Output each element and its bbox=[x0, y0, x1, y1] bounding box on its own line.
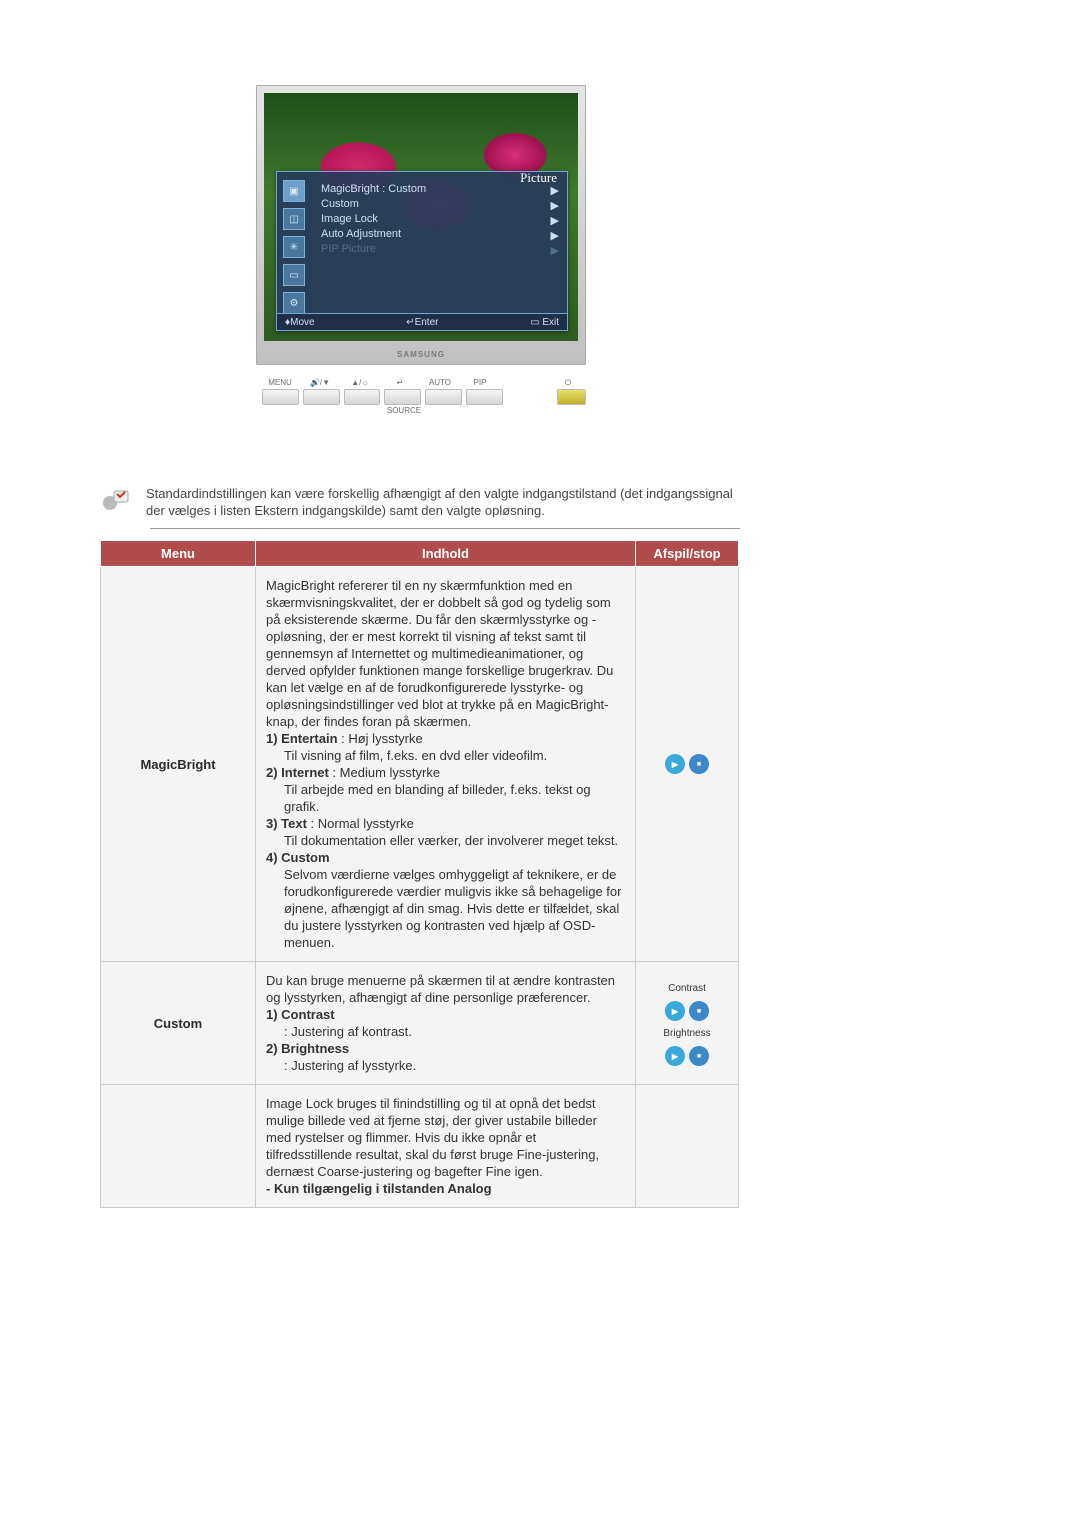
row-custom-content: Du kan bruge menuerne på skærmen til at … bbox=[256, 962, 636, 1085]
imagelock-note: - Kun tilgængelig i tilstanden Analog bbox=[266, 1181, 492, 1196]
osd-icon-setup: ⚙ bbox=[283, 292, 305, 314]
osd-arrow-icon: ▶ bbox=[551, 184, 559, 197]
button-volume-icon: 🔊/▼ bbox=[302, 378, 338, 387]
osd-footer-enter: ↵Enter bbox=[406, 317, 438, 328]
monitor-bezel: Picture ▣ ◫ ✳ ▭ ⚙ MagicBright : Custom C… bbox=[256, 85, 586, 365]
play-stop-pair bbox=[646, 754, 728, 774]
osd-footer-exit: ▭ Exit bbox=[530, 317, 559, 328]
osd-category-icons: ▣ ◫ ✳ ▭ ⚙ bbox=[283, 180, 307, 314]
table-row: Image Lock bruges til finindstilling og … bbox=[101, 1085, 739, 1208]
button-auto-label: AUTO bbox=[422, 378, 458, 387]
osd-arrow-icon: ▶ bbox=[551, 229, 559, 242]
osd-icon-brightness: ✳ bbox=[283, 236, 305, 258]
caption-contrast: Contrast bbox=[668, 980, 706, 997]
opt-internet-title: 2) Internet bbox=[266, 765, 329, 780]
play-icon[interactable] bbox=[665, 754, 685, 774]
physical-button-pip[interactable] bbox=[466, 389, 503, 405]
osd-footer-move: ♦Move bbox=[285, 317, 315, 328]
play-icon[interactable] bbox=[665, 1001, 685, 1021]
osd-panel: Picture ▣ ◫ ✳ ▭ ⚙ MagicBright : Custom C… bbox=[276, 171, 568, 331]
play-stop-pair bbox=[665, 1001, 709, 1021]
feature-table: Menu Indhold Afspil/stop MagicBright Mag… bbox=[100, 540, 739, 1208]
button-source-label: SOURCE bbox=[386, 406, 422, 415]
table-row: MagicBright MagicBright refererer til en… bbox=[101, 567, 739, 962]
physical-button-menu[interactable] bbox=[262, 389, 299, 405]
row-magicbright-name: MagicBright bbox=[101, 567, 256, 962]
physical-button-down[interactable] bbox=[303, 389, 340, 405]
osd-item-autoadj: Auto Adjustment bbox=[321, 227, 537, 242]
row-magicbright-content: MagicBright refererer til en ny skærmfun… bbox=[256, 567, 636, 962]
monitor-screen: Picture ▣ ◫ ✳ ▭ ⚙ MagicBright : Custom C… bbox=[264, 93, 578, 341]
magicbright-intro: MagicBright refererer til en ny skærmfun… bbox=[266, 578, 613, 729]
row-custom-play: Contrast Brightness bbox=[636, 962, 739, 1085]
divider bbox=[150, 528, 740, 529]
button-power-icon: ⏻ bbox=[554, 378, 582, 388]
custom-contrast-title: 1) Contrast bbox=[266, 1007, 335, 1022]
osd-menu-list: MagicBright : Custom Custom Image Lock A… bbox=[321, 182, 537, 257]
monitor-illustration: Picture ▣ ◫ ✳ ▭ ⚙ MagicBright : Custom C… bbox=[256, 85, 586, 420]
header-content: Indhold bbox=[256, 541, 636, 567]
custom-brightness-title: 2) Brightness bbox=[266, 1041, 349, 1056]
osd-icon-picture: ◫ bbox=[283, 208, 305, 230]
stop-icon[interactable] bbox=[689, 1001, 709, 1021]
osd-arrow-icon: ▶ bbox=[551, 214, 559, 227]
custom-intro: Du kan bruge menuerne på skærmen til at … bbox=[266, 973, 615, 1005]
row-imagelock-content: Image Lock bruges til finindstilling og … bbox=[256, 1085, 636, 1208]
osd-item-magicbright: MagicBright : Custom bbox=[321, 182, 537, 197]
button-bright-icon: ▲/☼ bbox=[342, 378, 378, 387]
opt-custom-body: Selvom værdierne vælges omhyggeligt af t… bbox=[266, 866, 625, 951]
osd-footer: ♦Move ↵Enter ▭ Exit bbox=[277, 313, 567, 330]
header-menu: Menu bbox=[101, 541, 256, 567]
physical-button-power[interactable] bbox=[557, 389, 586, 405]
row-imagelock-name bbox=[101, 1085, 256, 1208]
opt-entertain-title: 1) Entertain bbox=[266, 731, 338, 746]
stop-icon[interactable] bbox=[689, 754, 709, 774]
osd-arrow-icon: ▶ bbox=[551, 199, 559, 212]
note-icon bbox=[100, 485, 132, 517]
osd-item-pippicture: PIP Picture bbox=[321, 242, 537, 257]
custom-brightness-body: : Justering af lysstyrke. bbox=[266, 1057, 625, 1074]
stop-icon[interactable] bbox=[689, 1046, 709, 1066]
opt-custom-title: 4) Custom bbox=[266, 850, 330, 865]
osd-icon-input: ▣ bbox=[283, 180, 305, 202]
osd-icon-pip: ▭ bbox=[283, 264, 305, 286]
osd-arrow-icon: ▶ bbox=[551, 244, 559, 257]
opt-text-head: : Normal lysstyrke bbox=[307, 816, 414, 831]
opt-internet-body: Til arbejde med en blanding af billeder,… bbox=[266, 781, 625, 815]
custom-contrast-body: : Justering af kontrast. bbox=[266, 1023, 625, 1040]
row-magicbright-play bbox=[636, 567, 739, 962]
imagelock-intro: Image Lock bruges til finindstilling og … bbox=[266, 1096, 599, 1179]
physical-button-auto[interactable] bbox=[425, 389, 462, 405]
info-note: Standardindstillingen kan være forskelli… bbox=[100, 485, 740, 519]
osd-item-imagelock: Image Lock bbox=[321, 212, 537, 227]
info-note-text: Standardindstillingen kan være forskelli… bbox=[146, 485, 740, 519]
button-enter-icon: ↵ bbox=[382, 378, 418, 387]
monitor-brand-label: SAMSUNG bbox=[256, 350, 586, 359]
play-icon[interactable] bbox=[665, 1046, 685, 1066]
play-stop-pair bbox=[665, 1046, 709, 1066]
opt-entertain-head: : Høj lysstyrke bbox=[338, 731, 423, 746]
monitor-button-bar: MENU 🔊/▼ ▲/☼ ↵ AUTO PIP ⏻ bbox=[256, 378, 586, 420]
opt-entertain-body: Til visning af film, f.eks. en dvd eller… bbox=[266, 747, 625, 764]
osd-item-custom: Custom bbox=[321, 197, 537, 212]
page-root: Picture ▣ ◫ ✳ ▭ ⚙ MagicBright : Custom C… bbox=[0, 0, 1080, 1528]
table-row: Custom Du kan bruge menuerne på skærmen … bbox=[101, 962, 739, 1085]
opt-text-title: 3) Text bbox=[266, 816, 307, 831]
button-menu-label: MENU bbox=[262, 378, 298, 387]
opt-text-body: Til dokumentation eller værker, der invo… bbox=[266, 832, 625, 849]
button-pip-label: PIP bbox=[462, 378, 498, 387]
osd-arrow-column: ▶ ▶ ▶ ▶ ▶ bbox=[551, 184, 559, 257]
opt-internet-head: : Medium lysstyrke bbox=[329, 765, 440, 780]
caption-brightness: Brightness bbox=[663, 1025, 710, 1042]
row-imagelock-play bbox=[636, 1085, 739, 1208]
physical-button-enter[interactable] bbox=[384, 389, 421, 405]
header-play: Afspil/stop bbox=[636, 541, 739, 567]
row-custom-name: Custom bbox=[101, 962, 256, 1085]
physical-button-up[interactable] bbox=[344, 389, 381, 405]
